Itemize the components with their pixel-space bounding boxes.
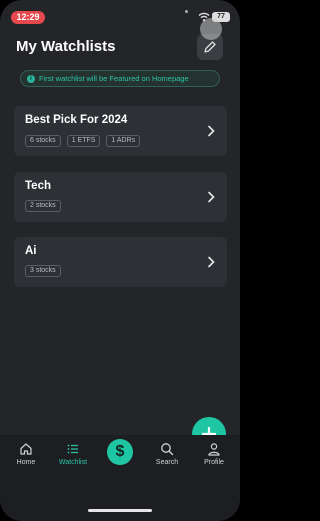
watchlist-tags: 2 stocks	[25, 200, 61, 212]
watchlist-tags: 6 stocks 1 ETFS 1 ADRs	[25, 135, 141, 147]
watchlist-tags: 3 stocks	[25, 265, 61, 277]
home-icon	[20, 443, 32, 455]
banner-text: First watchlist will be Featured on Home…	[39, 74, 189, 83]
tag-stocks: 2 stocks	[25, 200, 61, 212]
watchlist-name: Best Pick For 2024	[25, 114, 128, 126]
watchlist-card-tech[interactable]: Tech 2 stocks	[14, 172, 227, 222]
dollar-center-button[interactable]: $	[107, 439, 133, 465]
nav-home[interactable]: Home	[6, 442, 46, 466]
chevron-right-icon	[208, 125, 215, 137]
watchlist-card-best-pick[interactable]: Best Pick For 2024 6 stocks 1 ETFS 1 ADR…	[14, 106, 227, 156]
tag-adrs: 1 ADRs	[106, 135, 141, 147]
chevron-right-icon	[208, 256, 215, 268]
list-icon	[67, 444, 78, 454]
nav-watchlist[interactable]: Watchlist	[53, 442, 93, 466]
watchlist-card-ai[interactable]: Ai 3 stocks	[14, 237, 227, 287]
info-icon: i	[27, 74, 35, 83]
featured-banner: i First watchlist will be Featured on Ho…	[20, 70, 220, 87]
chevron-right-icon	[208, 191, 215, 203]
nav-watchlist-label: Watchlist	[58, 459, 88, 466]
watchlist-name: Ai	[25, 245, 37, 257]
nav-profile[interactable]: Profile	[194, 442, 234, 466]
search-icon	[161, 443, 174, 456]
nav-home-label: Home	[16, 459, 36, 466]
pencil-icon	[204, 41, 216, 53]
tag-etfs: 1 ETFS	[66, 135, 101, 147]
profile-icon	[208, 443, 220, 456]
touch-indicator	[200, 18, 222, 40]
tag-stocks: 6 stocks	[25, 135, 61, 147]
app-screen: 12:29 77 My Watchlists i First watchlist…	[0, 0, 240, 521]
page-title: My Watchlists	[16, 38, 116, 55]
status-time: 12:29	[11, 11, 45, 24]
home-indicator	[88, 509, 152, 512]
watchlist-name: Tech	[25, 180, 51, 192]
status-dot	[185, 10, 188, 13]
tag-stocks: 3 stocks	[25, 265, 61, 277]
nav-profile-label: Profile	[204, 459, 224, 466]
nav-search-label: Search	[155, 459, 179, 466]
nav-search[interactable]: Search	[147, 442, 187, 466]
